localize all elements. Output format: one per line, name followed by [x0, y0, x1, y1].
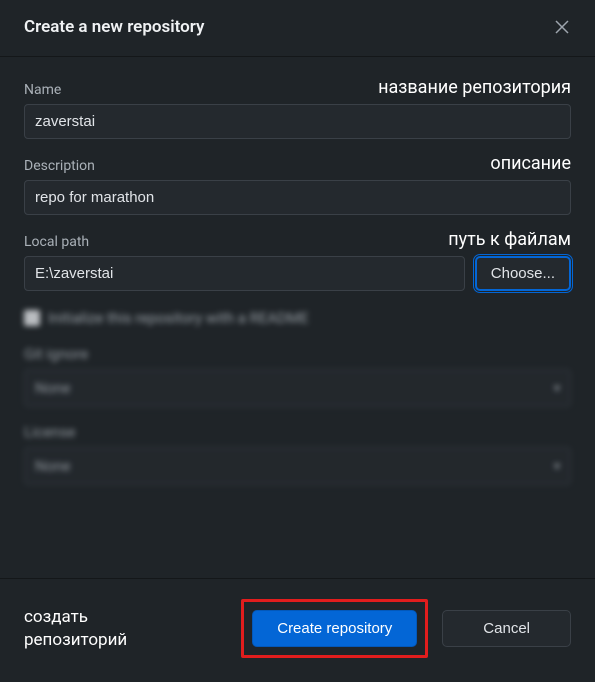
- button-group: Create repository Cancel: [241, 599, 571, 658]
- close-icon: [555, 20, 569, 34]
- gitignore-select[interactable]: None ▾: [24, 369, 571, 407]
- dialog-footer: создать репозиторий Create repository Ca…: [0, 578, 595, 682]
- create-repository-dialog: Create a new repository Name название ре…: [0, 0, 595, 682]
- path-field: Local path путь к файлам Choose...: [24, 229, 571, 291]
- cancel-button[interactable]: Cancel: [442, 610, 571, 647]
- path-annotation: путь к файлам: [448, 229, 571, 250]
- create-repository-button[interactable]: Create repository: [252, 610, 417, 647]
- gitignore-label: Git ignore: [24, 345, 571, 363]
- dialog-header: Create a new repository: [0, 0, 595, 57]
- name-label: Name: [24, 82, 61, 98]
- license-label: License: [24, 423, 571, 441]
- dialog-body: Name название репозитория Description оп…: [0, 57, 595, 578]
- path-input[interactable]: [24, 256, 465, 291]
- readme-checkbox[interactable]: [24, 310, 40, 326]
- name-annotation: название репозитория: [378, 77, 571, 98]
- name-input[interactable]: [24, 104, 571, 139]
- license-value: None: [35, 457, 71, 475]
- close-button[interactable]: [551, 16, 573, 38]
- dialog-title: Create a new repository: [24, 17, 205, 37]
- description-annotation: описание: [490, 153, 571, 174]
- readme-label: Initialize this repository with a README: [48, 309, 309, 327]
- footer-annotation: создать репозиторий: [24, 606, 127, 650]
- create-highlight: Create repository: [241, 599, 428, 658]
- gitignore-group: Git ignore None ▾: [24, 345, 571, 407]
- license-select[interactable]: None ▾: [24, 447, 571, 485]
- readme-row: Initialize this repository with a README: [24, 309, 571, 327]
- choose-button[interactable]: Choose...: [475, 256, 571, 291]
- description-input[interactable]: [24, 180, 571, 215]
- blurred-section: Initialize this repository with a README…: [24, 309, 571, 485]
- gitignore-value: None: [35, 379, 71, 397]
- chevron-down-icon: ▾: [554, 381, 560, 395]
- name-field: Name название репозитория: [24, 77, 571, 139]
- description-field: Description описание: [24, 153, 571, 215]
- description-label: Description: [24, 158, 95, 174]
- license-group: License None ▾: [24, 423, 571, 485]
- chevron-down-icon: ▾: [554, 459, 560, 473]
- path-label: Local path: [24, 234, 89, 250]
